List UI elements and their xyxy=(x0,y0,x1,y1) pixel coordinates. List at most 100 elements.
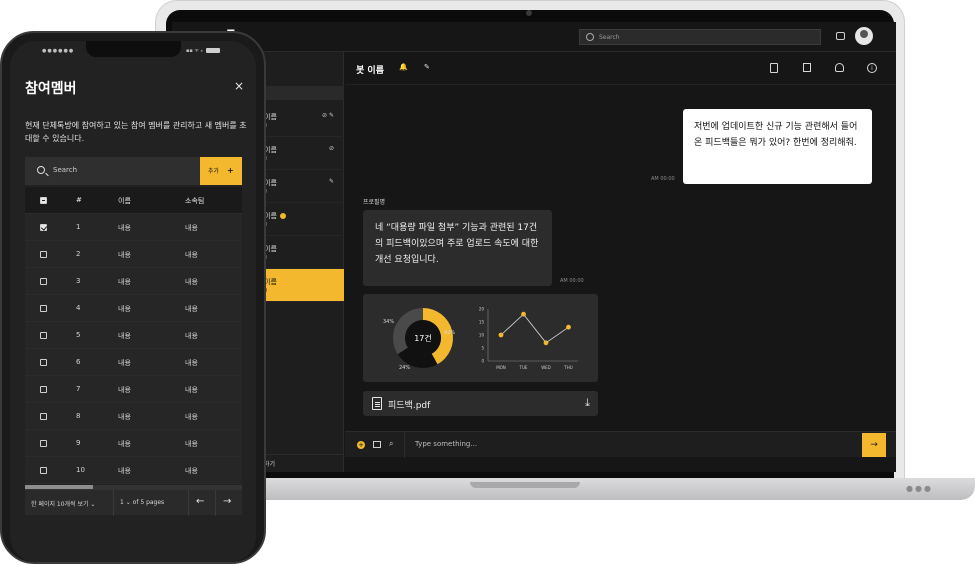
line-point xyxy=(543,340,549,346)
search-input[interactable]: Search xyxy=(53,166,77,174)
mute-pin-icon: ⊘ ✎ xyxy=(322,112,334,119)
charts-svg: 42% 24% 34% 17건 20 15 10 5 0 MON TUE WED THU xyxy=(383,307,578,371)
incoming-time: AM 00:00 xyxy=(560,278,584,284)
row-checkbox[interactable] xyxy=(40,386,47,393)
chart-card: 42% 24% 34% 17건 20 15 10 5 0 MON TUE WED THU xyxy=(363,294,598,382)
attach-icon[interactable]: ⌕ xyxy=(389,439,393,449)
members-icon[interactable] xyxy=(835,63,844,72)
row-checkbox[interactable] xyxy=(40,413,47,420)
row-checkbox[interactable] xyxy=(40,440,47,447)
message-input[interactable]: Type something... xyxy=(415,440,477,448)
row-checkbox[interactable] xyxy=(40,359,47,366)
member-search: Search 추가 + xyxy=(25,157,242,185)
status-bar-left: ●●●●●● xyxy=(42,48,75,54)
status-bar-right: ▪▪ ᯤ ⁎ xyxy=(186,48,221,54)
column-header-team[interactable]: 소속팀 xyxy=(185,196,204,206)
page-size-select[interactable]: 한 페이지 10개씩 보기 ⌄ xyxy=(31,499,95,508)
file-icon[interactable] xyxy=(770,63,778,73)
close-icon[interactable]: × xyxy=(234,79,244,93)
file-attachment[interactable]: 피드백.pdf ⤓ xyxy=(363,391,598,416)
table-row[interactable]: 3 내용 내용 xyxy=(25,268,242,295)
mute-icon: ⊘ xyxy=(328,145,334,152)
image-icon[interactable] xyxy=(373,441,381,448)
table-row[interactable]: 5 내용 내용 xyxy=(25,322,242,349)
table-row[interactable]: 6 내용 내용 xyxy=(25,349,242,376)
x-tick-label: THU xyxy=(563,365,572,370)
info-icon[interactable]: i xyxy=(867,63,877,73)
laptop-indicator-dots: ●●● xyxy=(906,484,933,493)
line-series xyxy=(500,313,569,344)
column-header-num[interactable]: # xyxy=(76,196,82,204)
message-composer: + ⌕ Type something... → xyxy=(345,431,896,458)
table-row[interactable]: 8 내용 내용 xyxy=(25,403,242,430)
incoming-message: 네 “대용량 파일 첨부” 기능과 관련된 17건의 피드백이있으며 주로 업로… xyxy=(363,210,552,286)
cell-name: 내용 xyxy=(118,440,131,448)
document-icon xyxy=(372,397,382,410)
search-input[interactable]: Search xyxy=(579,29,821,45)
table-row[interactable]: 9 내용 내용 xyxy=(25,430,242,457)
table-header: # 이름 소속팀 xyxy=(25,187,242,214)
cell-name: 내용 xyxy=(118,305,131,313)
y-tick-label: 5 xyxy=(481,346,484,351)
page-select[interactable]: 1 ⌄ of 5 pages xyxy=(120,499,164,506)
laptop-base-notch xyxy=(470,482,580,488)
message-icon[interactable] xyxy=(836,32,845,40)
cell-name: 내용 xyxy=(118,224,131,232)
row-checkbox[interactable] xyxy=(40,467,47,474)
y-tick-label: 15 xyxy=(479,320,485,325)
page-description: 현재 단체톡방에 참여하고 있는 참여 멤버를 관리하고 새 멤버를 초대할 수… xyxy=(25,121,247,143)
battery-icon xyxy=(206,48,221,53)
row-checkbox[interactable] xyxy=(40,224,47,231)
cell-num: 5 xyxy=(76,331,81,339)
cell-team: 내용 xyxy=(185,413,198,421)
cell-team: 내용 xyxy=(185,251,198,259)
send-button[interactable]: → xyxy=(862,433,886,457)
cell-team: 내용 xyxy=(185,278,198,286)
column-header-name[interactable]: 이름 xyxy=(118,196,131,206)
select-all-checkbox[interactable] xyxy=(40,197,47,204)
pagination: 한 페이지 10개씩 보기 ⌄ 1 ⌄ of 5 pages ← → xyxy=(25,489,242,516)
archive-icon[interactable] xyxy=(803,63,811,72)
avatar[interactable] xyxy=(855,27,873,45)
cell-num: 9 xyxy=(76,439,81,447)
table-row[interactable]: 7 내용 내용 xyxy=(25,376,242,403)
cell-team: 내용 xyxy=(185,305,198,313)
pie-slice-label: 34% xyxy=(383,319,394,325)
chat-list-item-name: 이름 xyxy=(264,211,286,221)
cell-num: 3 xyxy=(76,277,81,285)
x-tick-label: TUE xyxy=(519,365,528,370)
add-member-button[interactable]: 추가 + xyxy=(200,157,242,185)
pie-slice-label: 24% xyxy=(399,365,410,371)
cell-num: 8 xyxy=(76,412,81,420)
chat-header-divider xyxy=(345,84,896,85)
download-icon[interactable]: ⤓ xyxy=(585,396,590,410)
member-table: # 이름 소속팀 1 내용 내용 2 내용 내용 3 내용 내용 4 내용 내용 5 내용 내용 6 내용 내용 7… xyxy=(25,187,242,484)
composer-divider xyxy=(404,432,405,458)
pie-center-label: 17건 xyxy=(414,333,432,343)
cell-team: 내용 xyxy=(185,224,198,232)
table-row[interactable]: 1 내용 내용 xyxy=(25,214,242,241)
app-header: E Search xyxy=(172,22,896,52)
table-row[interactable]: 2 내용 내용 xyxy=(25,241,242,268)
cell-team: 내용 xyxy=(185,386,198,394)
prev-page-icon[interactable]: ← xyxy=(196,496,204,507)
cell-num: 1 xyxy=(76,223,81,231)
next-page-icon[interactable]: → xyxy=(223,496,231,507)
row-checkbox[interactable] xyxy=(40,278,47,285)
cell-name: 내용 xyxy=(118,413,131,421)
pin-icon: ✎ xyxy=(328,178,334,185)
cell-name: 내용 xyxy=(118,251,131,259)
y-tick-label: 10 xyxy=(479,333,485,338)
y-tick-label: 0 xyxy=(481,359,484,364)
plus-icon[interactable]: + xyxy=(357,441,365,449)
bell-pin-icon[interactable]: 🔔 ✎ xyxy=(399,63,437,71)
search-placeholder: Search xyxy=(599,33,620,41)
row-checkbox[interactable] xyxy=(40,305,47,312)
row-checkbox[interactable] xyxy=(40,251,47,258)
chat-title: 봇 이름 xyxy=(356,66,384,76)
cell-name: 내용 xyxy=(118,467,131,475)
table-row[interactable]: 10 내용 내용 xyxy=(25,457,242,484)
row-checkbox[interactable] xyxy=(40,332,47,339)
cell-num: 6 xyxy=(76,358,81,366)
table-row[interactable]: 4 내용 내용 xyxy=(25,295,242,322)
